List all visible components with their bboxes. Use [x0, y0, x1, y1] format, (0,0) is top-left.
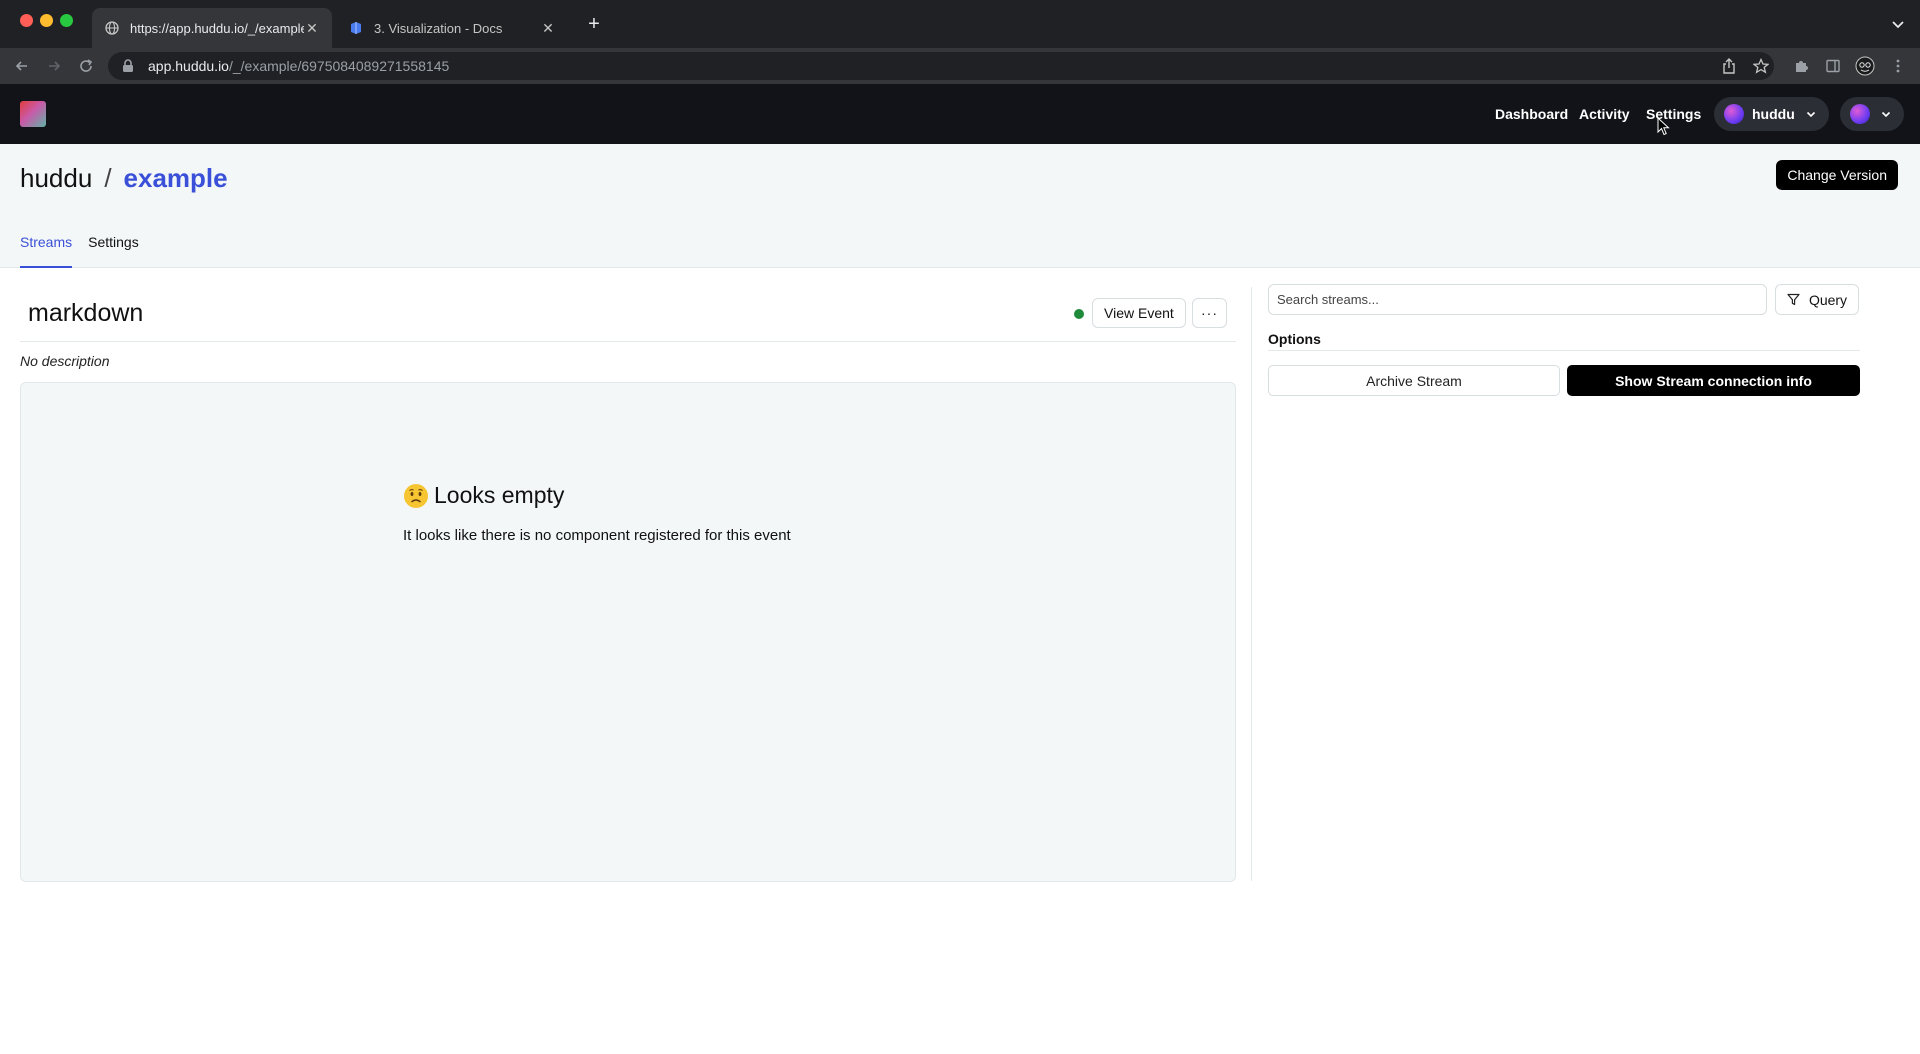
query-button[interactable]: Query	[1775, 284, 1859, 315]
filter-icon	[1787, 293, 1801, 307]
project-header: huddu / example Change Version Streams S…	[0, 144, 1920, 268]
forward-arrow-icon[interactable]	[44, 56, 64, 76]
app-header: Dashboard Activity Settings huddu	[0, 84, 1920, 144]
status-indicator	[1074, 309, 1084, 319]
org-switcher[interactable]: huddu	[1714, 97, 1829, 131]
nav-settings[interactable]: Settings	[1646, 84, 1701, 144]
profile-avatar-icon[interactable]	[1855, 56, 1875, 76]
tab-title: 3. Visualization - Docs	[374, 20, 503, 36]
back-arrow-icon[interactable]	[12, 56, 32, 76]
reload-icon[interactable]	[76, 56, 96, 76]
window-minimize-button[interactable]	[40, 14, 53, 27]
address-bar[interactable]: app.huddu.io/_/example/69750840892715581…	[108, 52, 1774, 80]
user-menu[interactable]	[1840, 97, 1904, 131]
tab-settings[interactable]: Settings	[88, 232, 139, 268]
chevron-down-icon	[1805, 108, 1817, 120]
empty-state-title: Looks empty	[403, 482, 564, 509]
url-host: app.huddu.io	[148, 58, 229, 74]
worried-face-icon	[403, 483, 429, 509]
main-content: markdown View Event ··· No description L…	[0, 269, 1920, 1054]
query-button-label: Query	[1808, 291, 1848, 308]
tab-streams[interactable]: Streams	[20, 232, 73, 268]
window-maximize-button[interactable]	[60, 14, 73, 27]
browser-tab-app[interactable]: https://app.huddu.io/_/example ✕	[92, 8, 332, 48]
stream-description: No description	[20, 353, 110, 369]
user-avatar	[1850, 104, 1870, 124]
new-tab-button[interactable]: +	[584, 14, 604, 34]
chevron-down-icon[interactable]	[1890, 16, 1906, 32]
archive-stream-button[interactable]: Archive Stream	[1268, 365, 1560, 396]
mouse-cursor-icon	[1657, 116, 1671, 137]
divider	[20, 341, 1236, 342]
change-version-button[interactable]: Change Version	[1776, 160, 1898, 190]
nav-dashboard[interactable]: Dashboard	[1495, 84, 1568, 144]
browser-toolbar: app.huddu.io/_/example/69750840892715581…	[0, 48, 1920, 84]
breadcrumb-project[interactable]: example	[124, 163, 228, 194]
app-logo[interactable]	[20, 101, 46, 127]
divider	[1268, 350, 1860, 351]
nav-activity[interactable]: Activity	[1579, 84, 1630, 144]
breadcrumb: huddu / example	[20, 163, 228, 194]
org-avatar	[1724, 104, 1744, 124]
stream-title: markdown	[28, 299, 144, 327]
browser-tab-docs[interactable]: 3. Visualization - Docs ✕	[336, 8, 568, 48]
url-path: /_/example/6975084089271558145	[228, 58, 450, 74]
org-switcher-label: huddu	[1752, 106, 1795, 122]
show-connection-info-button[interactable]: Show Stream connection info	[1567, 365, 1860, 396]
extensions-puzzle-icon[interactable]	[1791, 56, 1811, 76]
chevron-down-icon	[1880, 108, 1892, 120]
globe-icon	[104, 20, 120, 36]
options-heading: Options	[1268, 331, 1321, 347]
breadcrumb-org[interactable]: huddu	[20, 163, 92, 194]
view-event-button[interactable]: View Event	[1092, 298, 1186, 328]
search-streams-input[interactable]	[1268, 284, 1767, 315]
browser-menu-icon[interactable]	[1888, 56, 1908, 76]
close-icon[interactable]: ✕	[540, 20, 556, 36]
breadcrumb-separator: /	[104, 163, 112, 193]
more-options-button[interactable]: ···	[1192, 298, 1227, 328]
window-close-button[interactable]	[20, 14, 33, 27]
tab-title: https://app.huddu.io/_/example	[130, 20, 304, 36]
side-panel-icon[interactable]	[1823, 56, 1843, 76]
project-tabs: Streams Settings	[20, 232, 155, 268]
empty-state-title-text: Looks empty	[434, 482, 565, 508]
close-icon[interactable]: ✕	[304, 20, 320, 36]
event-visualization-panel	[20, 382, 1236, 882]
bookmark-star-icon[interactable]	[1753, 58, 1769, 74]
lock-icon	[122, 59, 136, 73]
share-icon[interactable]	[1721, 58, 1737, 74]
empty-state-message: It looks like there is no component regi…	[403, 527, 791, 544]
browser-tab-bar: https://app.huddu.io/_/example ✕ 3. Visu…	[0, 0, 1920, 48]
docs-book-icon	[348, 20, 364, 36]
panel-divider	[1251, 287, 1252, 881]
